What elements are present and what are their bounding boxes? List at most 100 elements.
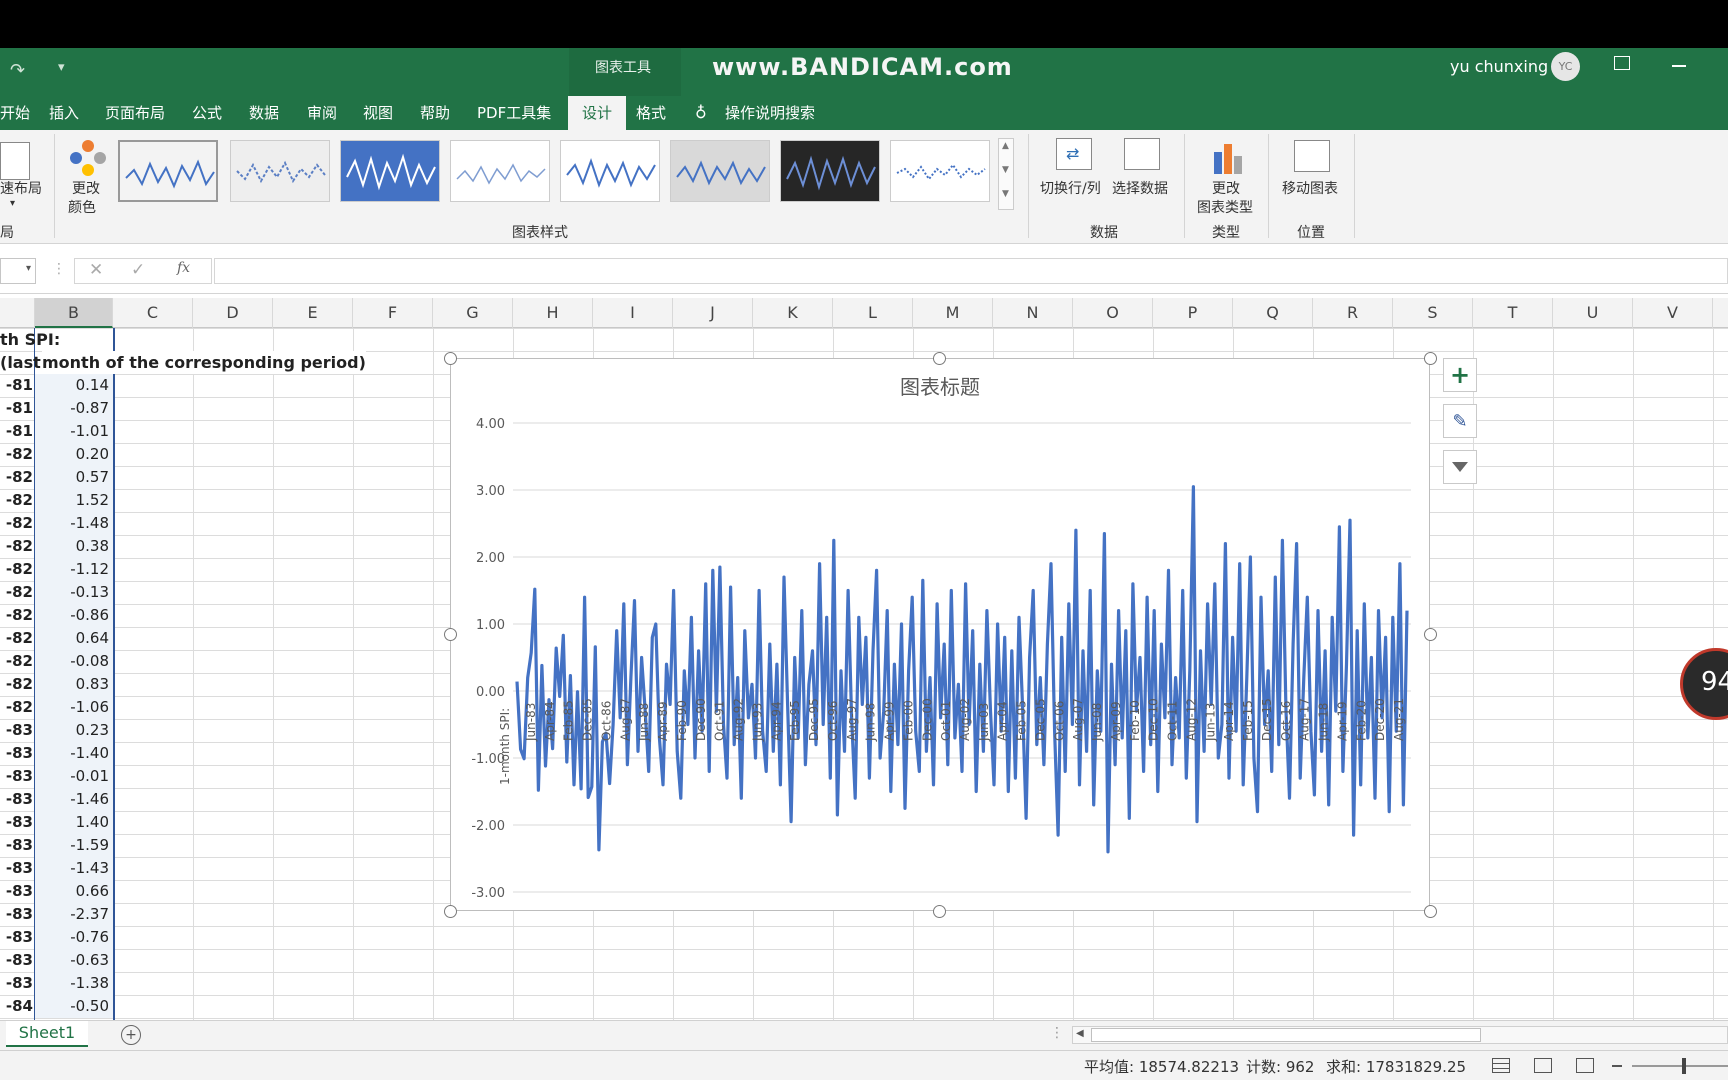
- column-header-q[interactable]: Q: [1233, 298, 1313, 328]
- cell-a-date[interactable]: -82: [0, 604, 34, 627]
- add-sheet-icon[interactable]: +: [121, 1025, 141, 1045]
- column-header-o[interactable]: O: [1073, 298, 1153, 328]
- sheet-tab-sheet1[interactable]: Sheet1: [6, 1021, 88, 1047]
- name-box[interactable]: ▾: [0, 258, 36, 284]
- cell-b-value[interactable]: -0.86: [35, 604, 113, 627]
- tab-help[interactable]: 帮助: [420, 96, 450, 130]
- tab-insert[interactable]: 插入: [49, 96, 79, 130]
- zoom-slider-thumb[interactable]: [1682, 1058, 1686, 1074]
- chart-elements-button[interactable]: +: [1443, 358, 1477, 392]
- user-name[interactable]: yu chunxing: [1450, 57, 1548, 76]
- resize-handle-l[interactable]: [444, 628, 457, 641]
- cell-a-date[interactable]: -82: [0, 512, 34, 535]
- chevron-up-icon[interactable]: ▲: [1002, 141, 1009, 151]
- scroll-left-icon[interactable]: ◀: [1076, 1028, 1084, 1039]
- cell-b-value[interactable]: -2.37: [35, 903, 113, 926]
- resize-handle-bl[interactable]: [444, 905, 457, 918]
- column-header-c[interactable]: C: [113, 298, 193, 328]
- cell-b-value[interactable]: -1.01: [35, 420, 113, 443]
- cell-b-value[interactable]: -0.50: [35, 995, 113, 1018]
- cell-b-value[interactable]: 1.52: [35, 489, 113, 512]
- cell-b-value[interactable]: 1.40: [35, 811, 113, 834]
- cell-b-value[interactable]: -1.12: [35, 558, 113, 581]
- cell-b-value[interactable]: 0.64: [35, 627, 113, 650]
- cell-a-date[interactable]: -82: [0, 581, 34, 604]
- change-chart-type-label[interactable]: 更改: [1212, 178, 1240, 198]
- resize-handle-t[interactable]: [933, 352, 946, 365]
- cell-b-value[interactable]: 0.23: [35, 719, 113, 742]
- styles-scroll[interactable]: ▲ ▼ ▼: [998, 138, 1014, 210]
- tab-view[interactable]: 视图: [363, 96, 393, 130]
- chart-style-7[interactable]: [780, 140, 880, 202]
- cell-b-value[interactable]: -1.48: [35, 512, 113, 535]
- tab-format[interactable]: 格式: [636, 96, 666, 130]
- page-layout-view-icon[interactable]: [1534, 1058, 1552, 1073]
- enter-icon[interactable]: ✓: [131, 260, 145, 280]
- cell-b-value[interactable]: 0.20: [35, 443, 113, 466]
- insert-function-icon[interactable]: fx: [177, 260, 190, 276]
- cell-a-date[interactable]: -82: [0, 558, 34, 581]
- cell-b-value[interactable]: -1.43: [35, 857, 113, 880]
- change-chart-type-label-2[interactable]: 图表类型: [1197, 197, 1253, 217]
- column-header-u[interactable]: U: [1553, 298, 1633, 328]
- cell-a-date[interactable]: -81: [0, 420, 34, 443]
- cell-a-date[interactable]: -82: [0, 627, 34, 650]
- chart-style-2[interactable]: [230, 140, 330, 202]
- chevron-down-icon[interactable]: ▾: [26, 263, 31, 274]
- tell-me-search[interactable]: 操作说明搜索: [725, 96, 815, 130]
- cell-b-value[interactable]: -1.46: [35, 788, 113, 811]
- cell-a-date[interactable]: -81: [0, 374, 34, 397]
- chart-style-5[interactable]: [560, 140, 660, 202]
- more-styles-icon[interactable]: ▼: [1002, 189, 1009, 199]
- qat-customize-icon[interactable]: ▾: [58, 60, 65, 75]
- status-count[interactable]: 计数: 962: [1246, 1056, 1314, 1077]
- column-header-r[interactable]: R: [1313, 298, 1393, 328]
- cell-a-date[interactable]: -83: [0, 742, 34, 765]
- status-sum[interactable]: 求和: 17831829.25: [1326, 1056, 1466, 1077]
- cell-b-value[interactable]: -1.40: [35, 742, 113, 765]
- scroll-thumb[interactable]: [1091, 1028, 1481, 1042]
- cell-a-date[interactable]: -83: [0, 880, 34, 903]
- resize-handle-b[interactable]: [933, 905, 946, 918]
- cell-b-value[interactable]: 0.38: [35, 535, 113, 558]
- splitter-icon[interactable]: ⋮: [1050, 1025, 1064, 1041]
- tab-data[interactable]: 数据: [249, 96, 279, 130]
- quick-layout-icon[interactable]: [0, 142, 30, 180]
- change-colors-label[interactable]: 更改: [72, 178, 100, 198]
- tab-pdf[interactable]: PDF工具集: [477, 96, 551, 130]
- column-header-l[interactable]: L: [833, 298, 913, 328]
- chart-area[interactable]: 图表标题 4.00 3.00 2.00 1.00 0.00 -1.00 -2.00 -3.00…: [450, 358, 1430, 911]
- column-header-b[interactable]: B: [35, 298, 113, 328]
- resize-handle-tl[interactable]: [444, 352, 457, 365]
- status-average[interactable]: 平均值: 18574.82213: [1084, 1056, 1239, 1077]
- switch-row-column-button[interactable]: 切换行/列: [1040, 178, 1101, 198]
- cell-a-date[interactable]: -83: [0, 811, 34, 834]
- column-header-t[interactable]: T: [1473, 298, 1553, 328]
- column-header-k[interactable]: K: [753, 298, 833, 328]
- cell-a-date[interactable]: -83: [0, 949, 34, 972]
- resize-handle-r[interactable]: [1424, 628, 1437, 641]
- tab-formulas[interactable]: 公式: [192, 96, 222, 130]
- change-colors-label-2[interactable]: 颜色: [68, 197, 96, 217]
- cell-b-value[interactable]: -0.13: [35, 581, 113, 604]
- cell-a-date[interactable]: -83: [0, 926, 34, 949]
- chart-style-6[interactable]: [670, 140, 770, 202]
- cell-b2[interactable]: month of the corresponding period): [42, 351, 366, 374]
- cell-b-value[interactable]: 0.14: [35, 374, 113, 397]
- cell-a-date[interactable]: -83: [0, 788, 34, 811]
- cell-a-date[interactable]: -83: [0, 834, 34, 857]
- cell-a1[interactable]: th SPI:: [0, 328, 60, 351]
- cell-b-value[interactable]: 0.57: [35, 466, 113, 489]
- cell-b-value[interactable]: -0.87: [35, 397, 113, 420]
- column-header-s[interactable]: S: [1393, 298, 1473, 328]
- cell-a-date[interactable]: -83: [0, 903, 34, 926]
- cell-b-value[interactable]: -1.59: [35, 834, 113, 857]
- cell-a-date[interactable]: -82: [0, 489, 34, 512]
- chart-style-3[interactable]: [340, 140, 440, 202]
- cancel-icon[interactable]: ✕: [89, 260, 103, 280]
- column-header-g[interactable]: G: [433, 298, 513, 328]
- column-header-p[interactable]: P: [1153, 298, 1233, 328]
- cell-a-date[interactable]: -84: [0, 995, 34, 1018]
- cell-a-date[interactable]: -82: [0, 650, 34, 673]
- select-data-button[interactable]: 选择数据: [1112, 178, 1168, 198]
